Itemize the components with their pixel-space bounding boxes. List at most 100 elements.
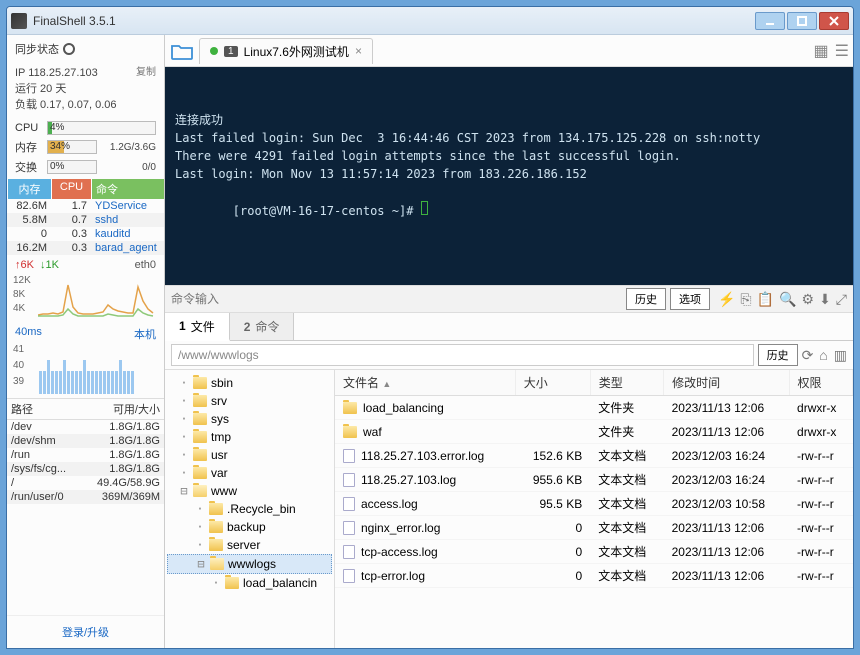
- net-down: ↓1K: [40, 259, 59, 271]
- tree-item[interactable]: ·tmp: [167, 428, 332, 446]
- latency-link[interactable]: 本机: [134, 326, 156, 342]
- file-row[interactable]: waf文件夹2023/11/13 12:06drwxr-x: [335, 420, 853, 444]
- tree-item[interactable]: ·usr: [167, 446, 332, 464]
- folder-icon: [193, 413, 207, 425]
- tree-item[interactable]: ⊟wwwlogs: [167, 554, 332, 574]
- close-button[interactable]: [819, 12, 849, 30]
- sync-label: 同步状态: [15, 41, 59, 57]
- grid-view-icon[interactable]: ▦: [814, 41, 829, 61]
- process-row[interactable]: 82.6M1.7YDService: [7, 199, 164, 213]
- net-chart: 12K 8K 4K: [11, 275, 160, 320]
- fs-row[interactable]: /run/user/0369M/369M: [7, 490, 164, 504]
- terminal-line: There were 4291 failed login attempts si…: [175, 147, 843, 165]
- app-window: FinalShell 3.5.1 同步状态 IP 118.25.27.103 复…: [6, 6, 854, 649]
- fs-row[interactable]: /dev1.8G/1.8G: [7, 420, 164, 434]
- path-history-button[interactable]: 历史: [758, 344, 798, 366]
- process-row[interactable]: 00.3kauditd: [7, 227, 164, 241]
- file-row[interactable]: 118.25.27.103.error.log152.6 KB文本文档2023/…: [335, 444, 853, 468]
- col-perm[interactable]: 权限: [789, 370, 852, 396]
- tree-item[interactable]: ·backup: [167, 518, 332, 536]
- bolt-icon[interactable]: ⚡: [718, 291, 735, 308]
- swap-metric: 交换 0% 0/0: [7, 157, 164, 177]
- col-path[interactable]: 路径: [11, 401, 81, 417]
- process-row[interactable]: 5.8M0.7sshd: [7, 213, 164, 227]
- home-icon[interactable]: ⌂: [819, 347, 827, 364]
- sidebar: 同步状态 IP 118.25.27.103 复制 运行 20 天 负载 0.17…: [7, 35, 165, 648]
- tab-commands[interactable]: 2命令: [230, 313, 295, 340]
- open-folder-icon[interactable]: [169, 40, 195, 62]
- download-icon[interactable]: ⬇: [819, 291, 831, 308]
- col-mtime[interactable]: 修改时间: [664, 370, 789, 396]
- tree-item[interactable]: ·var: [167, 464, 332, 482]
- col-cpu[interactable]: CPU: [51, 179, 91, 199]
- tab-files[interactable]: 1文件: [165, 313, 230, 341]
- maximize-button[interactable]: [787, 12, 817, 30]
- list-view-icon[interactable]: ☰: [835, 41, 849, 61]
- minimize-button[interactable]: [755, 12, 785, 30]
- fs-row[interactable]: /49.4G/58.9G: [7, 476, 164, 490]
- folder-tree[interactable]: ·sbin·srv·sys·tmp·usr·var⊟www·.Recycle_b…: [165, 370, 335, 648]
- gear-icon[interactable]: ⚙: [802, 291, 815, 308]
- command-bar: 历史 选项 ⚡ ⎘ 📋 🔍 ⚙ ⬇ ⤢: [165, 285, 853, 313]
- mem-metric: 内存 34% 1.2G/3.6G: [7, 137, 164, 157]
- col-filetype[interactable]: 类型: [590, 370, 663, 396]
- file-row[interactable]: tcp-error.log0文本文档2023/11/13 12:06-rw-r-…: [335, 564, 853, 588]
- refresh-icon[interactable]: ⟳: [802, 347, 814, 364]
- latency-chart: 41 40 39: [11, 344, 160, 394]
- ip-value: IP 118.25.27.103: [15, 65, 98, 81]
- terminal-line: 连接成功: [175, 111, 843, 129]
- net-iface: eth0: [135, 259, 156, 271]
- file-row[interactable]: 118.25.27.103.log955.6 KB文本文档2023/12/03 …: [335, 468, 853, 492]
- file-row[interactable]: tcp-access.log0文本文档2023/11/13 12:06-rw-r…: [335, 540, 853, 564]
- latency-row: 40ms 本机: [7, 324, 164, 344]
- search-icon[interactable]: 🔍: [779, 291, 796, 308]
- process-row[interactable]: 16.2M0.3barad_agent: [7, 241, 164, 255]
- folder-icon: [209, 503, 223, 515]
- tab-close-icon[interactable]: ×: [355, 44, 362, 58]
- file-row[interactable]: access.log95.5 KB文本文档2023/12/03 10:58-rw…: [335, 492, 853, 516]
- folder-icon: [209, 539, 223, 551]
- options-button[interactable]: 选项: [670, 288, 710, 310]
- col-filesize[interactable]: 大小: [515, 370, 590, 396]
- tree-item[interactable]: ·server: [167, 536, 332, 554]
- tree-item[interactable]: ·.Recycle_bin: [167, 500, 332, 518]
- fs-row[interactable]: /sys/fs/cg...1.8G/1.8G: [7, 462, 164, 476]
- fs-row[interactable]: /run1.8G/1.8G: [7, 448, 164, 462]
- bottom-tabs: 1文件 2命令: [165, 313, 853, 341]
- tree-item[interactable]: ·sbin: [167, 374, 332, 392]
- terminal[interactable]: 连接成功Last failed login: Sun Dec 3 16:44:4…: [165, 67, 853, 285]
- file-row[interactable]: load_balancing文件夹2023/11/13 12:06drwxr-x: [335, 396, 853, 420]
- main-panel: 1 Linux7.6外网测试机 × ▦ ☰ 连接成功Last failed lo…: [165, 35, 853, 648]
- expand-icon[interactable]: ⤢: [836, 291, 847, 308]
- copy-icon[interactable]: ⎘: [740, 291, 751, 308]
- col-filename[interactable]: 文件名 ▲: [335, 370, 515, 396]
- document-icon: [343, 521, 355, 535]
- fs-row[interactable]: /dev/shm1.8G/1.8G: [7, 434, 164, 448]
- folder-icon: [193, 377, 207, 389]
- tree-item[interactable]: ·srv: [167, 392, 332, 410]
- fs-header: 路径 可用/大小: [7, 398, 164, 420]
- layout-icon[interactable]: ▥: [834, 347, 847, 364]
- col-cmd[interactable]: 命令: [91, 179, 164, 199]
- session-tab[interactable]: 1 Linux7.6外网测试机 ×: [199, 38, 373, 64]
- file-list[interactable]: 文件名 ▲ 大小 类型 修改时间 权限 load_balancing文件夹202…: [335, 370, 853, 648]
- document-icon: [343, 449, 355, 463]
- paste-icon[interactable]: 📋: [757, 291, 774, 308]
- history-button[interactable]: 历史: [626, 288, 666, 310]
- copy-ip-button[interactable]: 复制: [136, 65, 156, 81]
- window-title: FinalShell 3.5.1: [33, 14, 755, 28]
- path-input[interactable]: [171, 344, 754, 366]
- tree-item[interactable]: ·load_balancin: [167, 574, 332, 592]
- titlebar[interactable]: FinalShell 3.5.1: [7, 7, 853, 35]
- login-link[interactable]: 登录/升级: [7, 615, 164, 648]
- folder-icon: [193, 485, 207, 497]
- sync-status[interactable]: 同步状态: [7, 35, 164, 63]
- file-row[interactable]: nginx_error.log0文本文档2023/11/13 12:06-rw-…: [335, 516, 853, 540]
- tree-item[interactable]: ·sys: [167, 410, 332, 428]
- folder-icon: [193, 431, 207, 443]
- command-input[interactable]: [171, 292, 622, 306]
- col-mem[interactable]: 内存: [7, 179, 51, 199]
- folder-icon: [210, 558, 224, 570]
- col-size[interactable]: 可用/大小: [81, 401, 160, 417]
- tree-item[interactable]: ⊟www: [167, 482, 332, 500]
